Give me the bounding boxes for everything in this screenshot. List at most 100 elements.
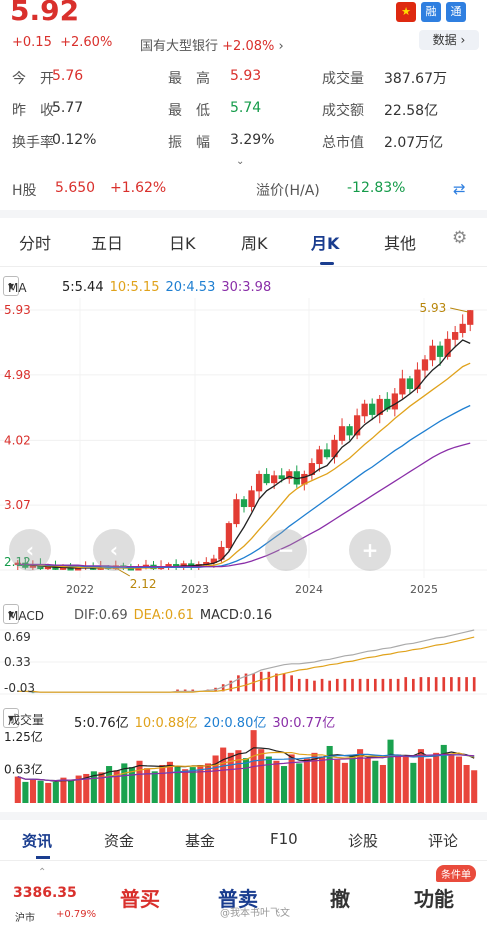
cancel-order-button[interactable]: 撤 bbox=[330, 883, 350, 912]
quote-header: 5.92 +0.15 +2.60% 国有大型银行 +2.08% › ★ 融 通 … bbox=[0, 0, 487, 60]
conditional-order-badge[interactable]: 条件单 bbox=[436, 865, 476, 882]
chevron-up-icon[interactable]: ⌃ bbox=[38, 867, 46, 878]
volume-chart[interactable]: 1.25亿 0.63亿 bbox=[0, 729, 487, 805]
volume-bar bbox=[197, 764, 204, 803]
tab-intraday[interactable]: 分时 bbox=[19, 230, 51, 254]
hshare-percent: +1.62% bbox=[110, 180, 167, 196]
volume-selector[interactable]: 成交量 ▾ bbox=[3, 708, 44, 728]
stat-label: 最 低 bbox=[168, 103, 210, 119]
volume-bar bbox=[159, 764, 166, 803]
candle-body bbox=[263, 473, 270, 484]
index-percent: +0.79% bbox=[56, 909, 97, 920]
y-tick-label: 0.69 bbox=[4, 630, 31, 644]
volume-bar bbox=[463, 764, 470, 803]
sector-link[interactable]: 国有大型银行 +2.08% › bbox=[140, 35, 284, 54]
volume-bar bbox=[334, 759, 341, 803]
stats-row: 昨 收 5.77 最 低 5.74 成交额 22.58亿 bbox=[0, 100, 487, 124]
tab-diagnose[interactable]: 诊股 bbox=[348, 830, 378, 851]
y-tick-label: -0.03 bbox=[4, 681, 35, 695]
candle-body bbox=[436, 345, 444, 357]
margin-badge[interactable]: 融 bbox=[421, 2, 441, 22]
volume-bar bbox=[349, 755, 356, 803]
stat-value: 5.77 bbox=[52, 100, 84, 116]
tab-comments[interactable]: 评论 bbox=[428, 830, 458, 851]
candle-body bbox=[459, 323, 466, 334]
volume-bar bbox=[60, 777, 67, 803]
hshare-row[interactable]: H股 5.650 +1.62% 溢价(H/A) -12.83% ⇄ bbox=[0, 176, 487, 204]
volume-bar bbox=[136, 760, 143, 803]
macd-chart[interactable]: 0.69 0.33 -0.03 bbox=[0, 624, 487, 700]
legend-item: DEA:0.61 bbox=[133, 608, 194, 623]
hshare-label: H股 bbox=[12, 183, 37, 199]
tab-funds-flow[interactable]: 资金 bbox=[104, 830, 134, 851]
legend-item: 5:5.44 bbox=[62, 280, 104, 295]
tab-other[interactable]: 其他 bbox=[384, 230, 416, 254]
settings-gear-icon[interactable]: ⚙ bbox=[452, 228, 467, 248]
premium-value: -12.83% bbox=[347, 180, 406, 196]
tab-monthly-k[interactable]: 月K bbox=[311, 230, 339, 254]
stats-row: 今 开 5.76 最 高 5.93 成交量 387.67万 bbox=[0, 68, 487, 92]
volume-bar bbox=[280, 766, 288, 803]
x-tick-label: 2025 bbox=[410, 583, 438, 596]
macd-selector[interactable]: MACD ▾ bbox=[3, 604, 44, 624]
stats-row: 换手率 0.12% 振 幅 3.29% 总市值 2.07万亿 bbox=[0, 132, 487, 156]
pan-left-control[interactable]: ‹ bbox=[93, 529, 135, 571]
zoom-control-glyph: − bbox=[278, 538, 295, 562]
volume-bar bbox=[37, 780, 44, 803]
zoom-control-glyph: ‹ bbox=[110, 538, 118, 562]
tab-f10[interactable]: F10 bbox=[270, 830, 298, 848]
candle-body bbox=[233, 499, 240, 525]
legend-item: 10:5.15 bbox=[109, 280, 160, 295]
expand-chevron-icon[interactable]: ⌄ bbox=[236, 156, 244, 167]
low-annotation: 2.12 bbox=[130, 577, 157, 591]
y-tick-label: 4.98 bbox=[4, 368, 31, 382]
volume-bar bbox=[182, 769, 189, 803]
candle-body bbox=[338, 426, 346, 441]
swap-icon[interactable]: ⇄ bbox=[453, 180, 466, 198]
tab-news[interactable]: 资讯 bbox=[22, 830, 52, 851]
volume-bar bbox=[402, 756, 409, 803]
volume-bar bbox=[258, 749, 265, 803]
x-tick-label: 2022 bbox=[66, 583, 94, 596]
candle-body bbox=[452, 332, 459, 340]
stat-label: 昨 收 bbox=[12, 103, 54, 119]
data-button[interactable]: 数据 › bbox=[419, 30, 479, 50]
candle-body bbox=[240, 499, 248, 508]
stat-value: 387.67万 bbox=[384, 71, 447, 87]
volume-bar bbox=[68, 779, 75, 803]
tab-five-day[interactable]: 五日 bbox=[91, 230, 123, 254]
candle-body bbox=[271, 475, 278, 484]
connect-badge[interactable]: 通 bbox=[446, 2, 466, 22]
candlestick-chart[interactable]: 5.93 4.98 4.02 3.07 2.12 2022 2023 2024 2025 5.93… bbox=[0, 298, 487, 598]
volume-bar bbox=[242, 758, 250, 803]
y-tick-label: 5.93 bbox=[4, 303, 31, 317]
section-divider bbox=[0, 812, 487, 820]
volume-bar bbox=[296, 763, 303, 803]
volume-bar bbox=[425, 758, 432, 803]
pan-left-control[interactable]: ‹ bbox=[9, 529, 51, 571]
y-tick-label: 0.33 bbox=[4, 655, 31, 669]
tab-daily-k[interactable]: 日K bbox=[169, 230, 196, 254]
zoom-in-button[interactable]: + bbox=[349, 529, 391, 571]
tab-weekly-k[interactable]: 周K bbox=[241, 230, 268, 254]
bottom-tabs: 资讯 资金 基金 F10 诊股 评论 bbox=[0, 822, 487, 859]
zoom-out-button[interactable]: − bbox=[265, 529, 307, 571]
stat-label: 今 开 bbox=[12, 71, 54, 87]
ma-selector[interactable]: MA ▾ bbox=[3, 276, 27, 296]
stat-label: 最 高 bbox=[168, 71, 210, 87]
tab-fund[interactable]: 基金 bbox=[185, 830, 215, 851]
volume-bar bbox=[448, 754, 455, 803]
index-value[interactable]: 3386.35 bbox=[13, 885, 77, 901]
volume-bar bbox=[45, 782, 52, 803]
buy-button[interactable]: 普买 bbox=[120, 883, 160, 912]
legend-item: MACD:0.16 bbox=[199, 608, 273, 623]
function-button[interactable]: 功能 bbox=[414, 883, 454, 912]
volume-bar bbox=[410, 762, 417, 803]
stat-label: 振 幅 bbox=[168, 135, 210, 151]
stat-value: 5.76 bbox=[52, 68, 84, 84]
candle-body bbox=[361, 403, 368, 417]
candle-body bbox=[225, 523, 233, 548]
volume-bar bbox=[455, 756, 463, 803]
chevron-right-icon: › bbox=[278, 39, 284, 54]
last-price: 5.92 bbox=[10, 0, 80, 27]
